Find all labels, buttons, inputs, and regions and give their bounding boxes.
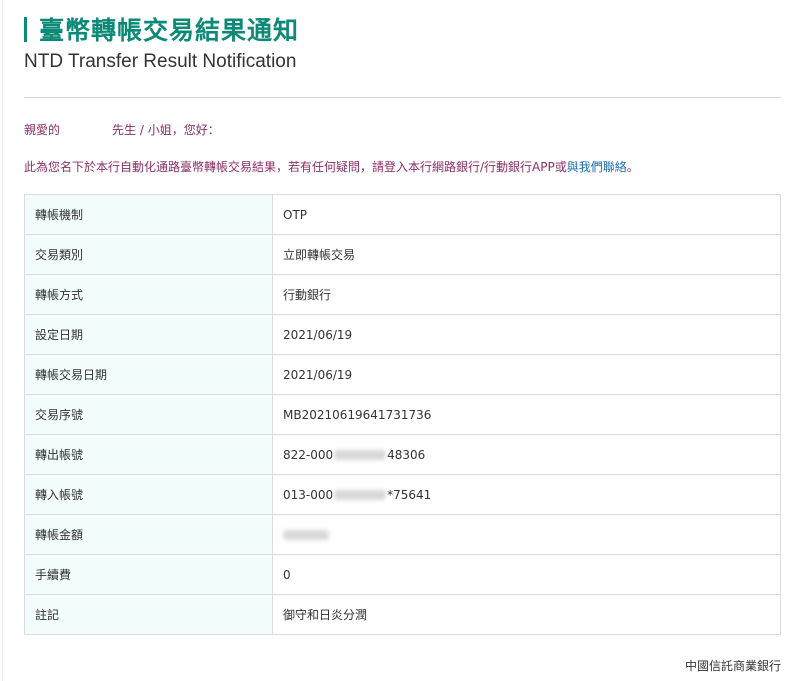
row-value: 2021/06/19 <box>272 314 781 355</box>
table-row: 交易類別 立即轉帳交易 <box>24 234 781 275</box>
table-row: 轉帳交易日期 2021/06/19 <box>24 354 781 395</box>
redacted-digits <box>334 450 387 460</box>
row-value-amount <box>272 514 781 555</box>
page-left-border <box>2 0 3 681</box>
row-label: 轉帳機制 <box>24 194 273 235</box>
page-subtitle: NTD Transfer Result Notification <box>24 51 297 72</box>
page-title: 臺幣轉帳交易結果通知 <box>39 16 300 45</box>
footer-bank-name: 中國信託商業銀行 <box>684 659 781 673</box>
row-label: 轉入帳號 <box>24 474 273 515</box>
row-label: 轉帳交易日期 <box>24 354 273 395</box>
greeting-honorific: 先生 / 小姐，您好： <box>112 123 220 137</box>
table-row: 轉帳機制 OTP <box>24 194 781 235</box>
row-value: 0 <box>272 554 781 595</box>
contact-us-link[interactable]: 與我們聯絡 <box>567 160 627 174</box>
table-row: 轉帳方式 行動銀行 <box>24 274 781 315</box>
from-account-prefix: 822-000 <box>283 447 334 462</box>
title-accent-bar <box>24 16 27 42</box>
notification-page: 臺幣轉帳交易結果通知 NTD Transfer Result Notificat… <box>0 0 796 681</box>
row-label: 交易序號 <box>24 394 273 435</box>
redacted-amount <box>283 530 329 540</box>
table-row: 轉帳金額 <box>24 514 781 555</box>
row-label: 轉帳方式 <box>24 274 273 315</box>
greeting-line: 親愛的 先生 / 小姐，您好： <box>24 121 220 138</box>
row-label: 註記 <box>24 594 273 635</box>
row-label: 轉出帳號 <box>24 434 273 475</box>
header-divider <box>24 97 781 98</box>
intro-text-end: 。 <box>626 160 639 174</box>
table-row: 手續費 0 <box>24 554 781 595</box>
row-label: 手續費 <box>24 554 273 595</box>
transfer-details-table: 轉帳機制 OTP 交易類別 立即轉帳交易 轉帳方式 行動銀行 設定日期 2021… <box>24 194 781 635</box>
row-value: 御守和日炎分潤 <box>272 594 781 635</box>
row-value: 立即轉帳交易 <box>272 234 781 275</box>
row-label: 轉帳金額 <box>24 514 273 555</box>
row-value: MB20210619641731736 <box>272 394 781 435</box>
to-account-prefix: 013-000 <box>283 487 334 502</box>
row-value-to-account: 013-000 *75641 <box>272 474 781 515</box>
table-row: 註記 御守和日炎分潤 <box>24 594 781 635</box>
page-title-row: 臺幣轉帳交易結果通知 <box>24 12 299 46</box>
row-label: 交易類別 <box>24 234 273 275</box>
redacted-digits <box>334 490 387 500</box>
intro-message: 此為您名下於本行自動化通路臺幣轉帳交易結果，若有任何疑問，請登入本行網路銀行/行… <box>24 158 639 175</box>
row-value: 行動銀行 <box>272 274 781 315</box>
table-row: 設定日期 2021/06/19 <box>24 314 781 355</box>
table-row: 轉出帳號 822-000 48306 <box>24 434 781 475</box>
table-row: 轉入帳號 013-000 *75641 <box>24 474 781 515</box>
intro-text: 此為您名下於本行自動化通路臺幣轉帳交易結果，若有任何疑問，請登入本行網路銀行/行… <box>24 160 567 174</box>
from-account-suffix: 48306 <box>387 447 426 462</box>
row-value-from-account: 822-000 48306 <box>272 434 781 475</box>
greeting-salutation: 親愛的 <box>24 123 61 137</box>
row-label: 設定日期 <box>24 314 273 355</box>
table-row: 交易序號 MB20210619641731736 <box>24 394 781 435</box>
row-value: 2021/06/19 <box>272 354 781 395</box>
row-value: OTP <box>272 194 781 235</box>
to-account-suffix: *75641 <box>387 487 432 502</box>
